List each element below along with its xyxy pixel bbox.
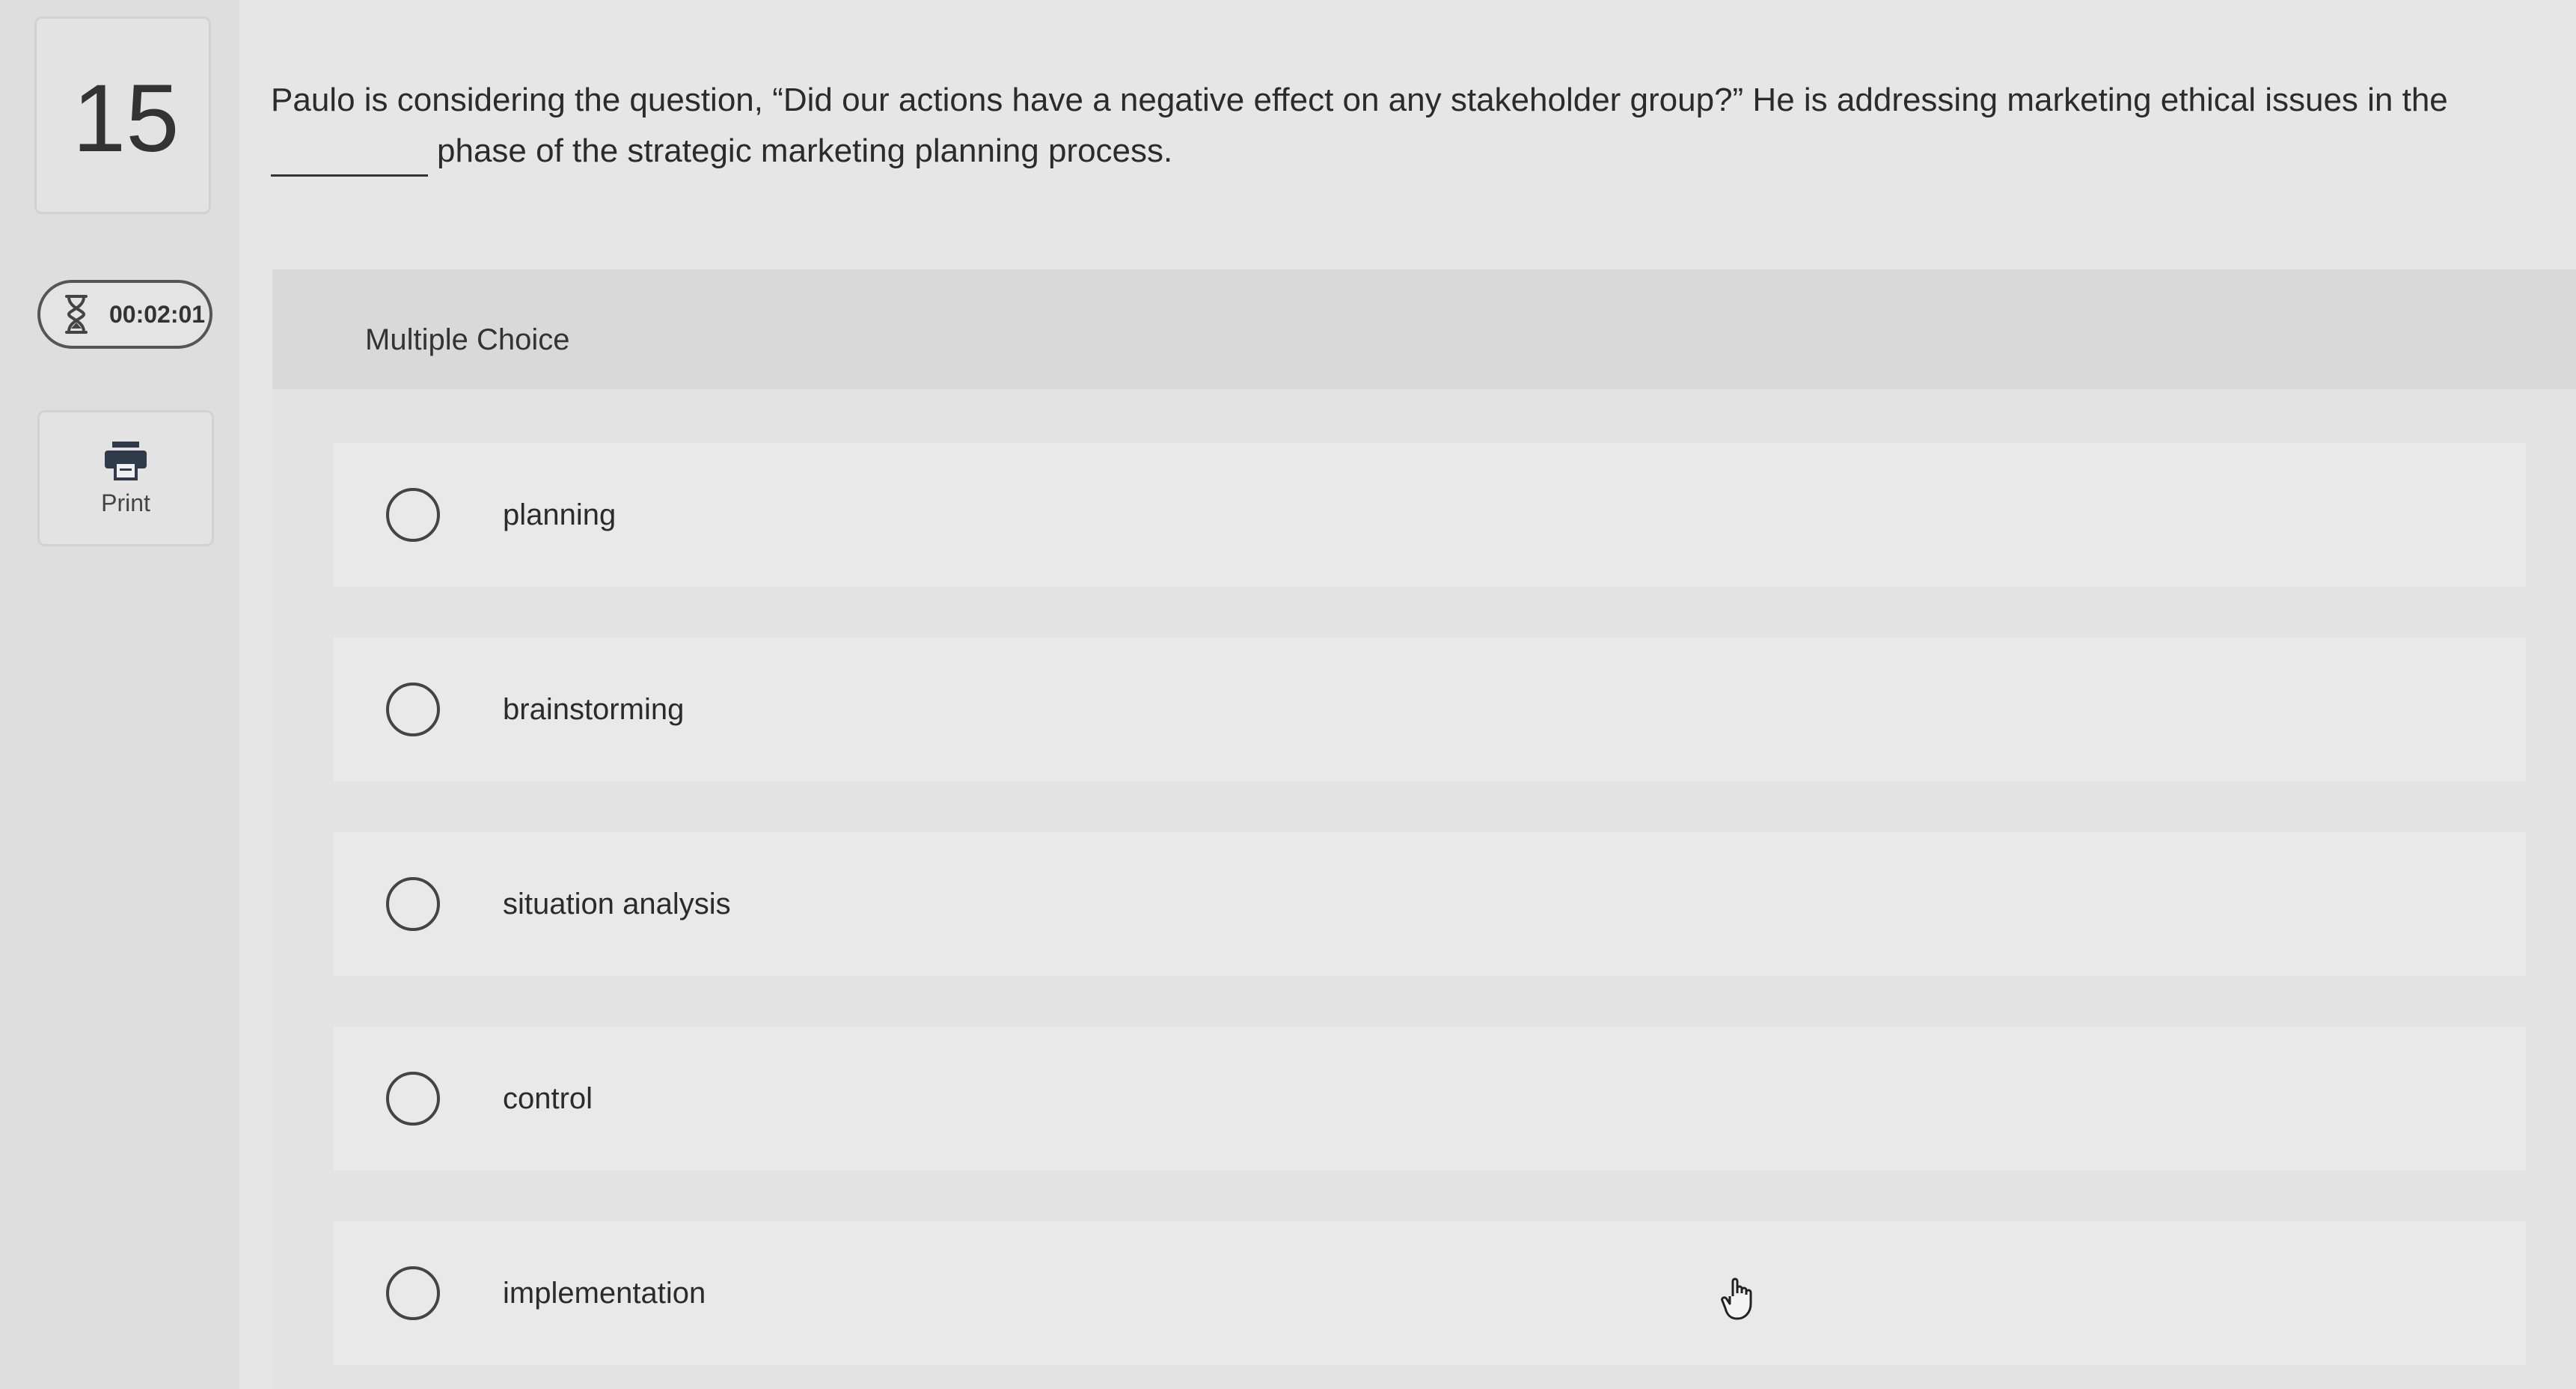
hourglass-icon	[60, 292, 93, 337]
choice-label: situation analysis	[503, 887, 731, 921]
choice-option[interactable]: situation analysis	[334, 832, 2526, 976]
choice-label: control	[503, 1081, 593, 1115]
choice-option[interactable]: planning	[334, 443, 2526, 587]
choice-label: planning	[503, 498, 617, 531]
answer-panel-header: Multiple Choice	[272, 269, 2576, 389]
radio-button[interactable]	[386, 1072, 440, 1126]
left-rail: 15 00:02:01 Print	[0, 0, 239, 1389]
radio-button[interactable]	[386, 1266, 440, 1320]
hand-cursor-icon	[1721, 1277, 1752, 1320]
printer-icon	[105, 441, 147, 480]
question-text-before: Paulo is considering the question, “Did …	[271, 82, 2448, 118]
question-number-box: 15	[34, 16, 211, 214]
question-number: 15	[73, 65, 180, 172]
answer-panel: Multiple Choice planning brainstorming s…	[272, 269, 2576, 1389]
answer-blank	[271, 137, 428, 177]
choice-label: implementation	[503, 1276, 706, 1310]
question-type-label: Multiple Choice	[365, 323, 570, 356]
choice-option[interactable]: control	[334, 1027, 2526, 1170]
radio-button[interactable]	[386, 683, 440, 736]
question-text-after: phase of the strategic marketing plannin…	[437, 132, 1173, 169]
choice-option[interactable]: implementation	[334, 1221, 2526, 1365]
radio-button[interactable]	[386, 488, 440, 542]
radio-button[interactable]	[386, 877, 440, 931]
choice-option[interactable]: brainstorming	[334, 638, 2526, 781]
timer-value: 00:02:01	[109, 300, 206, 328]
timer[interactable]: 00:02:01	[37, 280, 212, 349]
print-button[interactable]: Print	[37, 410, 214, 546]
print-label: Print	[101, 489, 150, 516]
question-text: Paulo is considering the question, “Did …	[271, 75, 2500, 177]
choice-label: brainstorming	[503, 692, 685, 726]
